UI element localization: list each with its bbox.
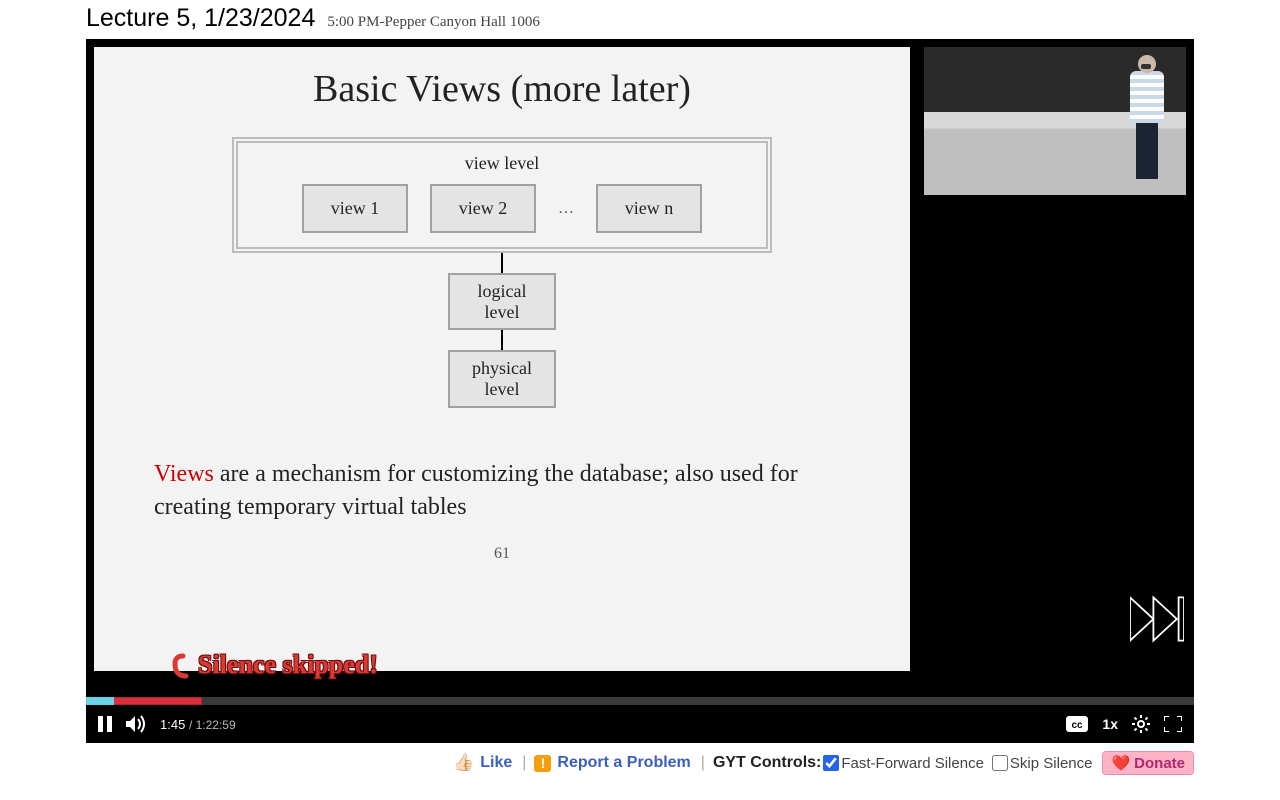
heart-icon: ❤️ <box>1111 754 1130 772</box>
total-time: / 1:22:59 <box>189 718 236 732</box>
settings-button[interactable] <box>1132 715 1150 733</box>
silence-skipped-overlay: Silence skipped! <box>172 650 378 680</box>
view-level-label: view level <box>465 153 539 174</box>
gyt-controls-label: GYT Controls: <box>713 754 821 772</box>
skip-silence-checkbox[interactable] <box>992 755 1008 771</box>
current-time: 1:45 <box>160 717 185 732</box>
progress-buffer <box>86 697 114 705</box>
ff-silence-label: Fast-Forward Silence <box>841 755 984 772</box>
separator: | <box>522 754 526 772</box>
time-display: 1:45 / 1:22:59 <box>160 717 236 732</box>
pause-icon <box>98 716 112 732</box>
logical-level-box: logical level <box>448 273 556 330</box>
lecture-title: Lecture 5, 1/23/2024 <box>86 4 315 33</box>
volume-icon <box>126 715 146 733</box>
slide-title: Basic Views (more later) <box>148 67 856 111</box>
silence-text: Silence skipped! <box>198 650 378 680</box>
video-player[interactable]: Basic Views (more later) view level view… <box>86 39 1194 743</box>
ellipsis: … <box>558 200 574 218</box>
view-box-1: view 1 <box>302 184 408 233</box>
desc-text: are a mechanism for customizing the data… <box>154 461 798 521</box>
donate-button[interactable]: ❤️ Donate <box>1102 751 1194 775</box>
pause-button[interactable] <box>98 716 112 732</box>
fullscreen-button[interactable] <box>1164 716 1182 732</box>
ff-silence-checkbox[interactable] <box>823 755 839 771</box>
skip-forward-icon <box>1130 595 1184 643</box>
separator: | <box>701 754 705 772</box>
slide-description: Views are a mechanism for customizing th… <box>154 458 856 525</box>
alert-icon: ! <box>534 755 551 772</box>
skip-silence-label: Skip Silence <box>1010 755 1093 772</box>
cc-icon: cc <box>1066 716 1088 732</box>
lecture-subtitle: 5:00 PM-Pepper Canyon Hall 1006 <box>327 14 539 31</box>
thumbs-up-icon: 👍🏻 <box>453 753 474 773</box>
fullscreen-icon <box>1164 716 1182 732</box>
speed-button[interactable]: 1x <box>1102 716 1118 732</box>
progress-bar[interactable] <box>86 697 1194 705</box>
physical-level-box: physical level <box>448 350 556 407</box>
slide-page-number: 61 <box>148 545 856 563</box>
cc-button[interactable]: cc <box>1066 716 1088 732</box>
camera-thumbnail[interactable] <box>924 47 1186 195</box>
donate-label: Donate <box>1134 755 1185 772</box>
gear-icon <box>1132 715 1150 733</box>
svg-text:cc: cc <box>1072 720 1084 731</box>
report-link[interactable]: Report a Problem <box>557 754 690 772</box>
arrow-icon <box>172 650 196 680</box>
professor-figure <box>1130 55 1164 179</box>
slide-content: Basic Views (more later) view level view… <box>94 47 910 671</box>
view-box-2: view 2 <box>430 184 536 233</box>
connector-line <box>501 330 503 350</box>
bottom-bar: 👍🏻 Like | ! Report a Problem | GYT Contr… <box>0 743 1280 775</box>
page-header: Lecture 5, 1/23/2024 5:00 PM-Pepper Cany… <box>0 0 1280 35</box>
view-level-box: view level view 1 view 2 … view n <box>232 137 772 253</box>
skip-forward-overlay[interactable] <box>1130 595 1184 643</box>
view-box-n: view n <box>596 184 702 233</box>
connector-line <box>501 253 503 273</box>
volume-button[interactable] <box>126 715 146 733</box>
views-keyword: Views <box>154 461 214 487</box>
player-controls: 1:45 / 1:22:59 cc 1x <box>86 705 1194 743</box>
like-link[interactable]: Like <box>480 754 512 772</box>
